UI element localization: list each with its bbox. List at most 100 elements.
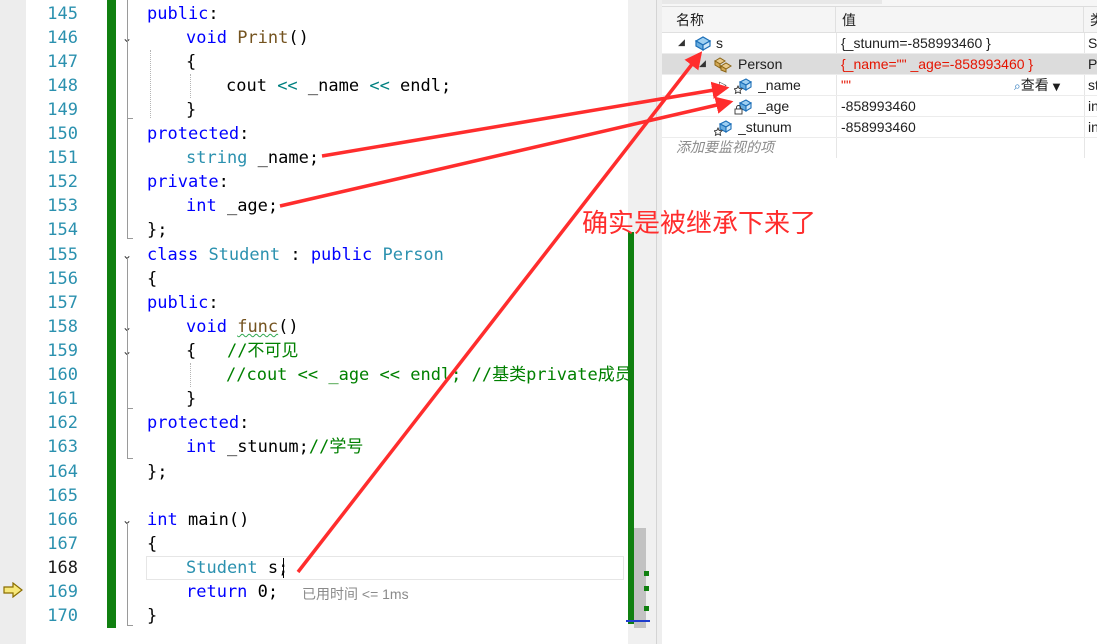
line-number: 148	[47, 76, 78, 96]
protected-field-icon	[734, 78, 752, 94]
keyword: protected	[147, 413, 240, 433]
column-header-value[interactable]: 值	[836, 7, 1084, 33]
scrollbar-marker	[644, 586, 649, 591]
keyword: class	[147, 245, 199, 265]
identifier: endl;	[389, 76, 452, 96]
line-number: 154	[47, 220, 78, 240]
code-line-148: cout << _name << endl;	[226, 74, 451, 98]
line-number: 167	[47, 534, 78, 554]
base-class-icon	[714, 57, 732, 73]
keyword: public	[147, 293, 209, 313]
line-number: 153	[47, 196, 78, 216]
punctuation: ()	[278, 317, 299, 337]
scrollbar-thumb[interactable]	[634, 528, 646, 628]
object-icon	[694, 36, 712, 52]
watch-value[interactable]: -858993460	[841, 96, 916, 117]
watch-row-age[interactable]: _age -858993460 in	[662, 96, 1097, 117]
watch-window[interactable]: 名称 值 类 ◢ s {_stunum=-858993460 } St ◢ Pe…	[662, 0, 1097, 644]
line-number: 170	[47, 606, 78, 626]
type-name: Student	[186, 558, 258, 578]
punctuation: }	[186, 389, 197, 409]
expand-triangle-icon[interactable]: ◢	[699, 54, 706, 75]
punctuation: {	[186, 52, 197, 72]
text-caret	[283, 558, 284, 578]
outline-scope-line	[127, 354, 128, 408]
watch-value-changed[interactable]: {_name="" _age=-858993460 }	[841, 54, 1033, 75]
outline-scope-line	[127, 0, 128, 238]
outline-scope-line	[127, 40, 128, 118]
outline-scope-end	[127, 458, 133, 459]
keyword: int	[186, 196, 217, 216]
code-line-146: void Print()	[186, 26, 309, 50]
code-line-154: };	[147, 218, 167, 242]
keyword: return	[186, 582, 248, 602]
identifier: _stunum;	[216, 437, 309, 457]
outlining-margin[interactable]: ⌄ ⌄ ⌄ ⌄ ⌄	[116, 0, 144, 644]
code-line-150: protected:	[147, 122, 249, 146]
watch-type: St	[1088, 35, 1097, 51]
keyword: public	[147, 4, 209, 24]
watch-tab[interactable]	[662, 0, 882, 4]
line-number: 163	[47, 437, 78, 457]
punctuation: :	[239, 413, 250, 433]
line-number: 146	[47, 28, 78, 48]
watch-value[interactable]: {_stunum=-858993460 }	[841, 33, 991, 54]
watch-value-changed[interactable]: ""	[841, 75, 851, 96]
collapse-triangle-icon[interactable]: ▷	[719, 75, 727, 96]
line-number: 169	[47, 582, 78, 602]
function-name: func	[237, 317, 279, 337]
line-number: 161	[47, 389, 78, 409]
perf-tip: 已用时间 <= 1ms	[302, 586, 409, 602]
punctuation: {	[186, 341, 227, 361]
dropdown-icon[interactable]: ▼	[1053, 82, 1061, 93]
line-number: 159	[47, 341, 78, 361]
identifier: cout	[226, 76, 278, 96]
comment: //cout << _age << endl; //基类private成员	[226, 365, 632, 385]
execution-pointer-icon	[3, 582, 23, 598]
glyph-margin[interactable]	[0, 0, 26, 644]
keyword: protected	[147, 124, 240, 144]
punctuation: }	[186, 100, 197, 120]
outline-scope-end	[127, 625, 133, 626]
watch-column-headers: 名称 值 类	[662, 7, 1097, 33]
watch-name: _age	[758, 98, 790, 114]
punctuation: };	[147, 220, 168, 240]
protected-field-icon	[714, 120, 732, 136]
watch-row-stunum[interactable]: _stunum -858993460 in	[662, 117, 1097, 138]
code-editor[interactable]: 145 146 147 148 149 150 151 152 153 154 …	[0, 0, 656, 644]
keyword: public	[310, 245, 373, 265]
watch-row-s[interactable]: ◢ s {_stunum=-858993460 } St	[662, 33, 1097, 54]
magnifier-icon: ⌕	[1014, 79, 1021, 93]
watch-value[interactable]: -858993460	[841, 117, 916, 138]
line-number: 155	[47, 245, 78, 265]
column-header-type[interactable]: 类	[1084, 7, 1097, 33]
comment: //不可见	[226, 341, 299, 361]
line-number: 156	[47, 269, 78, 289]
column-header-name[interactable]: 名称	[662, 7, 836, 33]
watch-row-name[interactable]: ▷ _name "" ⌕查看 ▼ st	[662, 75, 1097, 96]
code-line-158: void func()	[186, 315, 299, 339]
code-text[interactable]: public: void Print() { cout << _name << …	[147, 0, 632, 644]
punctuation: ()	[288, 28, 309, 48]
watch-name: Person	[738, 56, 783, 72]
outline-scope-end	[127, 408, 133, 409]
text-visualizer-button[interactable]: ⌕查看 ▼	[1014, 75, 1060, 96]
line-number: 165	[47, 486, 78, 506]
add-watch-placeholder[interactable]: 添加要监视的项	[676, 137, 774, 158]
keyword: void	[186, 317, 227, 337]
outline-scope-end	[127, 238, 133, 239]
expand-triangle-icon[interactable]: ◢	[678, 33, 685, 54]
identifier: _name	[297, 76, 370, 96]
identifier: 0;	[247, 582, 279, 602]
line-number: 158	[47, 317, 78, 337]
line-number: 152	[47, 172, 78, 192]
code-line-161: }	[186, 387, 196, 411]
punctuation: {	[147, 534, 158, 554]
code-line-156: {	[147, 267, 157, 291]
line-number: 164	[47, 462, 78, 482]
watch-row-person[interactable]: ◢ Person {_name="" _age=-858993460 } Pe	[662, 54, 1097, 75]
code-line-170: }	[147, 604, 157, 628]
outline-scope-line	[127, 523, 128, 625]
line-number: 160	[47, 365, 78, 385]
line-number-gutter: 145 146 147 148 149 150 151 152 153 154 …	[26, 0, 78, 644]
